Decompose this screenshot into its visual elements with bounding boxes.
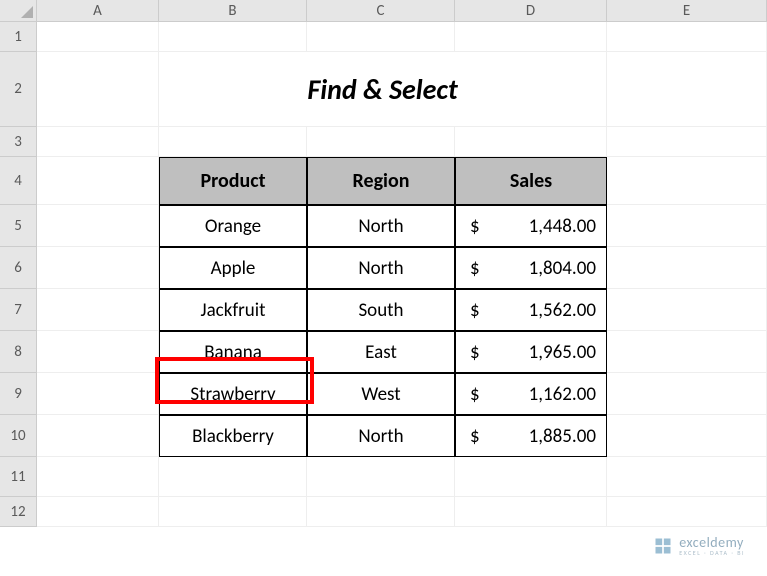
currency-symbol: $	[470, 215, 480, 238]
cell-A4[interactable]	[37, 157, 159, 205]
cell-sales-2[interactable]: $1,562.00	[455, 289, 607, 331]
row-header-1[interactable]: 1	[0, 22, 37, 52]
cell-A2[interactable]	[37, 52, 159, 127]
cell-region-2[interactable]: South	[307, 289, 455, 331]
cell-region-5[interactable]: North	[307, 415, 455, 457]
cell-C1[interactable]	[307, 22, 455, 52]
col-header-C[interactable]: C	[307, 0, 455, 22]
exceldemy-logo-icon	[653, 536, 673, 556]
cell-E12[interactable]	[607, 497, 767, 527]
cell-sales-1[interactable]: $1,804.00	[455, 247, 607, 289]
cell-E5[interactable]	[607, 205, 767, 247]
row-header-3[interactable]: 3	[0, 127, 37, 157]
cell-A11[interactable]	[37, 457, 159, 497]
cell-A8[interactable]	[37, 331, 159, 373]
cell-B12[interactable]	[159, 497, 307, 527]
cell-sales-5[interactable]: $1,885.00	[455, 415, 607, 457]
sales-value: 1,562.00	[529, 299, 596, 322]
cell-C3[interactable]	[307, 127, 455, 157]
row-header-5[interactable]: 5	[0, 205, 37, 247]
cell-A9[interactable]	[37, 373, 159, 415]
cell-product-1[interactable]: Apple	[159, 247, 307, 289]
watermark-main: exceldemy	[679, 536, 745, 550]
row-header-9[interactable]: 9	[0, 373, 37, 415]
cell-A3[interactable]	[37, 127, 159, 157]
cell-product-0[interactable]: Orange	[159, 205, 307, 247]
cell-product-3[interactable]: Banana	[159, 331, 307, 373]
cell-D1[interactable]	[455, 22, 607, 52]
cell-E3[interactable]	[607, 127, 767, 157]
cell-sales-0[interactable]: $1,448.00	[455, 205, 607, 247]
cell-D11[interactable]	[455, 457, 607, 497]
cell-E2[interactable]	[607, 52, 767, 127]
cell-product-5[interactable]: Blackberry	[159, 415, 307, 457]
row-header-10[interactable]: 10	[0, 415, 37, 457]
cell-D12[interactable]	[455, 497, 607, 527]
cell-sales-4[interactable]: $1,162.00	[455, 373, 607, 415]
sales-value: 1,804.00	[529, 257, 596, 280]
cell-E6[interactable]	[607, 247, 767, 289]
sales-value: 1,965.00	[529, 341, 596, 364]
col-header-A[interactable]: A	[37, 0, 159, 22]
cell-C11[interactable]	[307, 457, 455, 497]
cell-E9[interactable]	[607, 373, 767, 415]
cell-E7[interactable]	[607, 289, 767, 331]
table-header-region[interactable]: Region	[307, 157, 455, 205]
row-header-11[interactable]: 11	[0, 457, 37, 497]
cell-sales-3[interactable]: $1,965.00	[455, 331, 607, 373]
sales-value: 1,448.00	[529, 215, 596, 238]
currency-symbol: $	[470, 383, 480, 406]
cell-region-0[interactable]: North	[307, 205, 455, 247]
watermark-sub: EXCEL · DATA · BI	[679, 550, 745, 556]
cell-A7[interactable]	[37, 289, 159, 331]
cell-A10[interactable]	[37, 415, 159, 457]
cell-A6[interactable]	[37, 247, 159, 289]
cell-E4[interactable]	[607, 157, 767, 205]
col-header-E[interactable]: E	[607, 0, 767, 22]
currency-symbol: $	[470, 257, 480, 280]
spreadsheet-grid: A B C D E 1 2 Find & Select 3 4 Product …	[0, 0, 767, 527]
cell-B1[interactable]	[159, 22, 307, 52]
cell-A1[interactable]	[37, 22, 159, 52]
cell-region-4[interactable]: West	[307, 373, 455, 415]
watermark: exceldemy EXCEL · DATA · BI	[653, 536, 745, 556]
select-all-corner[interactable]	[0, 0, 37, 22]
currency-symbol: $	[470, 425, 480, 448]
row-header-8[interactable]: 8	[0, 331, 37, 373]
cell-E10[interactable]	[607, 415, 767, 457]
col-header-D[interactable]: D	[455, 0, 607, 22]
cell-product-4[interactable]: Strawberry	[159, 373, 307, 415]
cell-D3[interactable]	[455, 127, 607, 157]
cell-region-1[interactable]: North	[307, 247, 455, 289]
row-header-6[interactable]: 6	[0, 247, 37, 289]
cell-B11[interactable]	[159, 457, 307, 497]
currency-symbol: $	[470, 299, 480, 322]
cell-region-3[interactable]: East	[307, 331, 455, 373]
row-header-2[interactable]: 2	[0, 52, 37, 127]
col-header-B[interactable]: B	[159, 0, 307, 22]
row-header-4[interactable]: 4	[0, 157, 37, 205]
title-cell[interactable]: Find & Select	[159, 52, 607, 127]
sales-value: 1,162.00	[529, 383, 596, 406]
cell-A5[interactable]	[37, 205, 159, 247]
sales-value: 1,885.00	[529, 425, 596, 448]
cell-E8[interactable]	[607, 331, 767, 373]
cell-A12[interactable]	[37, 497, 159, 527]
cell-B3[interactable]	[159, 127, 307, 157]
table-header-sales[interactable]: Sales	[455, 157, 607, 205]
cell-C12[interactable]	[307, 497, 455, 527]
currency-symbol: $	[470, 341, 480, 364]
cell-E1[interactable]	[607, 22, 767, 52]
row-header-7[interactable]: 7	[0, 289, 37, 331]
table-header-product[interactable]: Product	[159, 157, 307, 205]
cell-E11[interactable]	[607, 457, 767, 497]
row-header-12[interactable]: 12	[0, 497, 37, 527]
cell-product-2[interactable]: Jackfruit	[159, 289, 307, 331]
